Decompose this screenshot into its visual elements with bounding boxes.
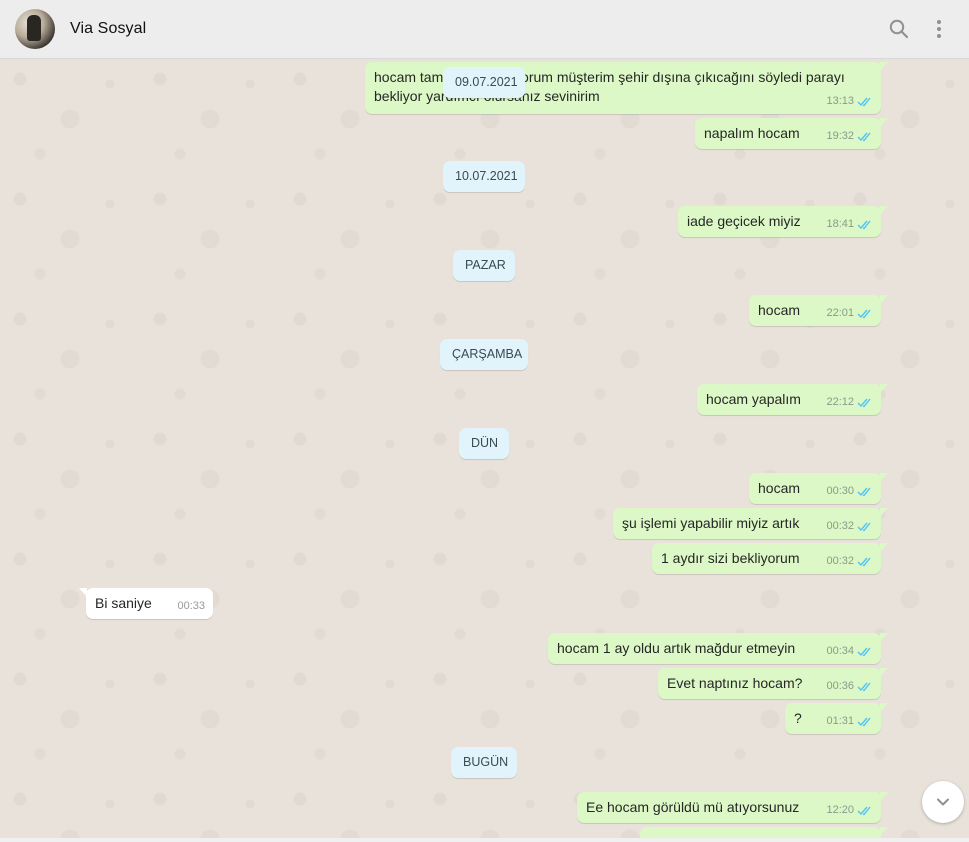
read-ticks-icon	[857, 557, 871, 567]
read-ticks-icon	[857, 398, 871, 408]
bottom-edge	[0, 838, 969, 842]
message-meta: 00:32	[826, 517, 873, 536]
outgoing-message[interactable]: Evet naptınız hocam? 00:36	[658, 668, 888, 699]
outgoing-message[interactable]: hocam 22:01	[749, 295, 888, 326]
message-time: 00:30	[826, 485, 854, 497]
read-ticks-icon	[857, 682, 871, 692]
message-meta: 13:13	[826, 92, 873, 111]
outgoing-message[interactable]: ? 01:31	[785, 703, 888, 734]
message-meta: 01:31	[826, 712, 873, 731]
more-vertical-icon[interactable]	[927, 17, 951, 41]
message-time: 19:32	[826, 130, 854, 142]
message-text: hocam 1 ay oldu artık mağdur etmeyin	[557, 640, 796, 656]
read-ticks-icon	[857, 487, 871, 497]
message-time: 22:01	[826, 307, 854, 319]
message-meta: 22:01	[826, 304, 873, 323]
read-ticks-icon	[857, 717, 871, 727]
message-meta: 00:34	[826, 642, 873, 661]
chat-area[interactable]: hocam tamam iade istiyorum müşterim şehi…	[0, 59, 969, 838]
read-ticks-icon	[857, 309, 871, 319]
read-ticks-icon	[857, 220, 871, 230]
incoming-message[interactable]: Bi saniye 00:33	[79, 588, 213, 619]
date-separator: 10.07.2021	[443, 161, 525, 192]
outgoing-message[interactable]: napalım hocam 19:32	[695, 118, 888, 149]
outgoing-message[interactable]: hocam yapalım 22:12	[697, 384, 888, 415]
message-meta: 00:33	[177, 597, 205, 616]
message-time: 00:32	[826, 520, 854, 532]
message-meta: 19:32	[826, 127, 873, 146]
read-ticks-icon	[857, 522, 871, 532]
chevron-down-icon	[937, 798, 949, 806]
message-time: 00:34	[826, 645, 854, 657]
message-time: 18:41	[826, 218, 854, 230]
message-time: 00:32	[826, 555, 854, 567]
outgoing-message[interactable]: 1 aydır sizi bekliyorum 00:32	[652, 543, 888, 574]
message-time: 00:33	[177, 600, 205, 612]
outgoing-message[interactable]: Ee hocam görüldü mü atıyorsunuz 12:20	[577, 792, 888, 823]
date-separator: DÜN	[459, 428, 509, 459]
read-ticks-icon	[857, 806, 871, 816]
date-separator: PAZAR	[453, 250, 515, 281]
outgoing-message[interactable]: hocam 1 ay oldu artık mağdur etmeyin 00:…	[548, 633, 888, 664]
message-meta: 00:30	[826, 482, 873, 501]
message-meta: 18:41	[826, 215, 873, 234]
read-ticks-icon	[857, 132, 871, 142]
message-meta: 12:20	[826, 801, 873, 820]
message-meta: 00:32	[826, 552, 873, 571]
message-time: 00:36	[826, 680, 854, 692]
message-time: 22:12	[826, 396, 854, 408]
message-time: 12:20	[826, 804, 854, 816]
message-meta: 22:12	[826, 393, 873, 412]
message-meta: 00:36	[826, 677, 873, 696]
read-ticks-icon	[857, 647, 871, 657]
contact-name[interactable]: Via Sosyal	[70, 20, 146, 38]
message-time: 13:13	[826, 95, 854, 107]
date-separator: ÇARŞAMBA	[440, 339, 528, 370]
outgoing-message[interactable]: iade geçicek miyiz 18:41	[678, 206, 888, 237]
date-separator: BUGÜN	[451, 747, 517, 778]
read-ticks-icon	[857, 97, 871, 107]
outgoing-message[interactable]: şu işlemi yapabilir miyiz artık 00:32	[613, 508, 888, 539]
contact-avatar[interactable]	[15, 9, 55, 49]
chat-header: Via Sosyal	[0, 0, 969, 59]
message-time: 01:31	[826, 715, 854, 727]
outgoing-message[interactable]: hocam 00:30	[749, 473, 888, 504]
date-separator: 09.07.2021	[443, 67, 525, 98]
search-icon[interactable]	[887, 17, 911, 41]
outgoing-message-partial[interactable]	[640, 827, 888, 838]
scroll-down-button[interactable]	[922, 781, 964, 823]
